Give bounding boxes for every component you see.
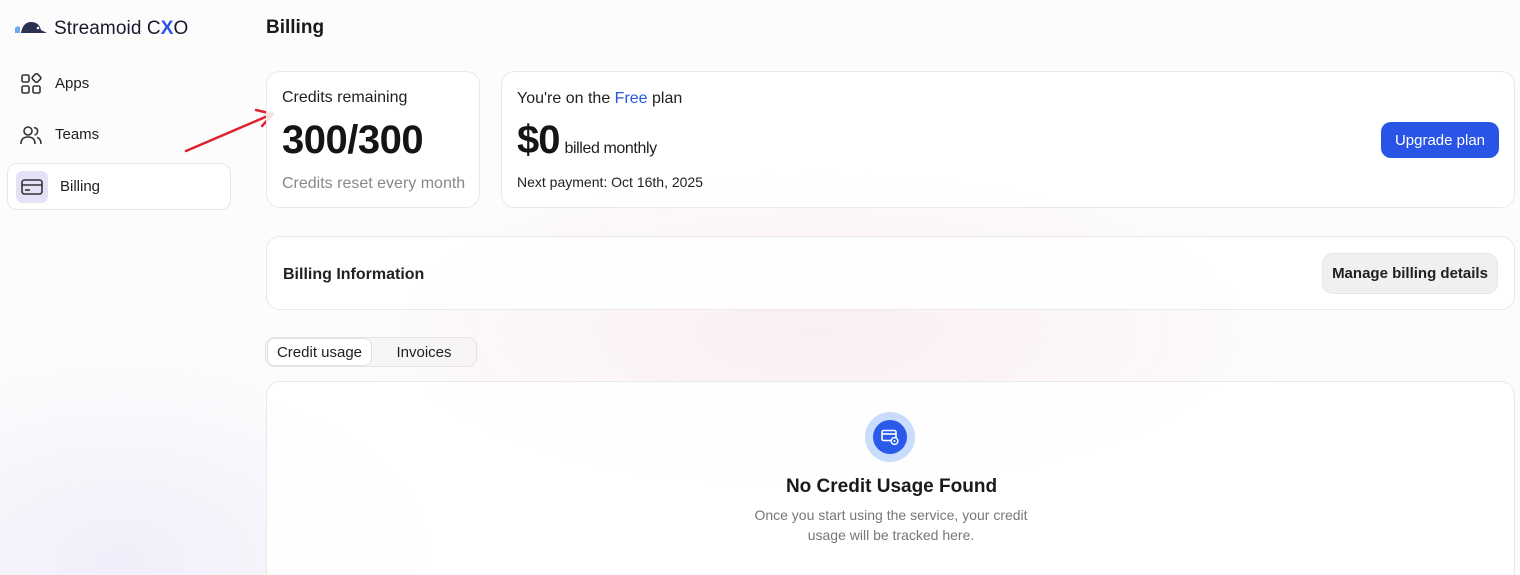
sidebar-item-label: Apps [55, 75, 90, 92]
empty-state-icon [865, 412, 915, 462]
credits-label: Credits remaining [282, 89, 408, 106]
brand-logo[interactable]: Streamoid CXO [14, 18, 188, 40]
upgrade-plan-button[interactable]: Upgrade plan [1381, 122, 1499, 158]
sidebar: Streamoid CXO Apps Teams Billing [0, 0, 240, 575]
apps-grid-icon [19, 72, 43, 96]
page-title: Billing [266, 17, 325, 38]
plan-line: You're on the Free plan [517, 90, 683, 107]
credits-card: Credits remaining 300/300 Credits reset … [266, 71, 480, 208]
tab-credit-usage[interactable]: Credit usage [267, 338, 372, 366]
brand-name: Streamoid CXO [54, 18, 189, 39]
billing-period: billed monthly [564, 140, 658, 157]
empty-state-title: No Credit Usage Found [785, 476, 998, 497]
manage-billing-details-button[interactable]: Manage billing details [1322, 253, 1498, 294]
sidebar-item-billing[interactable]: Billing [7, 163, 231, 210]
billing-information-title: Billing Information [283, 266, 425, 283]
credits-value: 300/300 [282, 118, 424, 162]
sidebar-item-label: Teams [55, 126, 100, 143]
plan-name: Free [614, 90, 648, 107]
plan-card: You're on the Free plan $0 billed monthl… [501, 71, 1515, 208]
billing-information-card: Billing Information Manage billing detai… [266, 236, 1515, 310]
plan-price: $0 [517, 118, 560, 162]
streamoid-logo-icon [14, 20, 48, 39]
tab-invoices[interactable]: Invoices [372, 338, 476, 366]
sidebar-item-apps[interactable]: Apps [7, 60, 231, 107]
credits-reset-note: Credits reset every month [282, 175, 466, 192]
users-icon [19, 123, 43, 147]
card-settings-icon [881, 429, 899, 445]
credit-usage-panel: No Credit Usage Found Once you start usi… [266, 381, 1515, 575]
next-payment: Next payment: Oct 16th, 2025 [517, 174, 703, 190]
usage-tabs: Credit usage Invoices [265, 337, 477, 367]
price-row: $0 billed monthly [517, 118, 657, 163]
sidebar-item-label: Billing [60, 178, 101, 195]
annotation-arrow-icon [184, 108, 275, 153]
empty-state-description: Once you start using the service, your c… [754, 507, 1028, 543]
credit-card-icon [16, 170, 48, 203]
